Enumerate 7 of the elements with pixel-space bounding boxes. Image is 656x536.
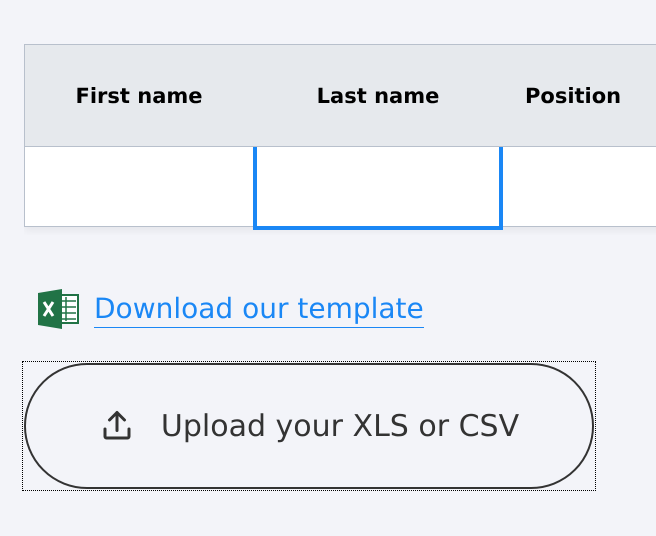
upload-button[interactable]: Upload your XLS or CSV [24,363,594,489]
column-header-label: First name [76,84,202,108]
table-cell[interactable] [25,147,253,226]
table-cell[interactable] [253,147,503,230]
column-header-label: Last name [316,84,440,108]
spreadsheet-icon [38,289,80,329]
column-header-label: Position [525,84,622,108]
